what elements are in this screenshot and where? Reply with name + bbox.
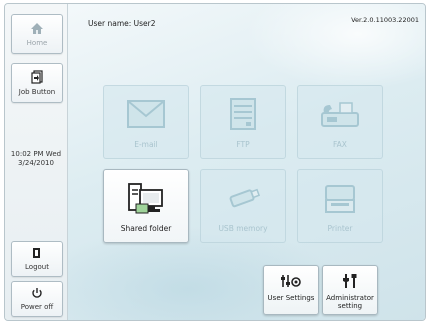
administrator-setting-label-line1: Administrator [326,294,374,302]
main-panel: User name: User2 Ver.2.0.11003.22001 E-m… [68,4,425,320]
fax-tile-label: FAX [333,140,347,149]
home-label: Home [26,38,48,47]
job-button[interactable]: Job Button [11,63,63,103]
shared-folder-tile-label: Shared folder [120,224,172,233]
clock-time: 10:02 PM Wed [10,150,62,158]
ftp-tile-label: FTP [236,140,250,149]
home-button[interactable]: Home [11,14,63,54]
version-label: Ver.2.0.11003.22001 [351,16,419,24]
administrator-setting-icon [341,272,359,290]
envelope-icon [123,94,169,134]
server-icon [220,94,266,134]
administrator-setting-button[interactable]: Administrator setting [322,265,378,315]
sidebar: Home Job Button 10:02 PM Wed 3/24/2010 L… [5,4,68,320]
email-tile[interactable]: E-mail [103,85,189,159]
shared-folder-icon [123,178,169,218]
user-settings-icon [280,272,302,290]
printer-tile[interactable]: Printer [297,169,383,243]
user-name: User name: User2 [88,19,156,28]
email-tile-label: E-mail [134,140,158,149]
usb-memory-tile-label: USB memory [218,224,268,233]
job-icon [31,70,43,84]
printer-icon [317,178,363,218]
home-icon [31,22,43,34]
printer-tile-label: Printer [327,224,353,233]
power-off-label: Power off [20,303,54,311]
user-settings-label: User Settings [267,294,315,302]
logout-button[interactable]: Logout [11,241,63,277]
power-off-button[interactable]: Power off [11,281,63,317]
fax-tile[interactable]: FAX [297,85,383,159]
power-icon [32,288,42,298]
clock-date: 3/24/2010 [18,159,54,167]
shared-folder-tile[interactable]: Shared folder [103,169,189,243]
administrator-setting-label: Administrator setting [326,294,374,310]
job-button-label: Job Button [18,88,56,96]
user-settings-button[interactable]: User Settings [263,265,319,315]
logout-icon [33,248,40,258]
logout-label: Logout [25,263,49,271]
usb-memory-tile[interactable]: USB memory [200,169,286,243]
app-window: Home Job Button 10:02 PM Wed 3/24/2010 L… [4,3,426,321]
administrator-setting-label-line2: setting [337,302,363,310]
usb-icon [220,178,266,218]
clock: 10:02 PM Wed 3/24/2010 [5,150,67,168]
fax-icon [317,94,363,134]
ftp-tile[interactable]: FTP [200,85,286,159]
